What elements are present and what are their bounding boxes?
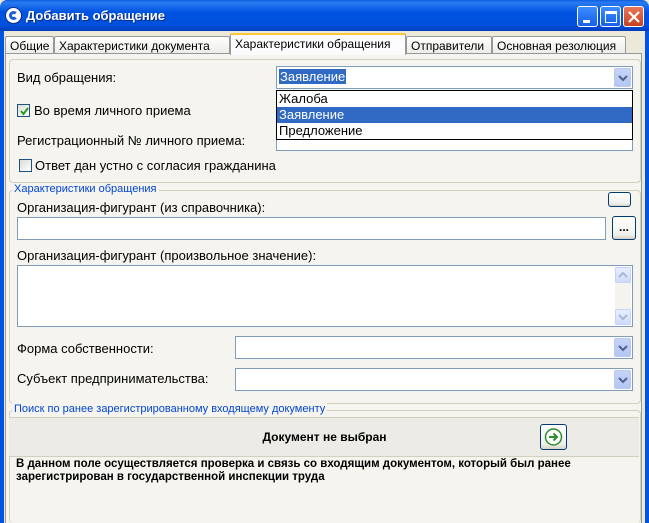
dropdown-option-proposal[interactable]: Предложение	[277, 123, 632, 139]
reg-number-label: Регистрационный № личного приема:	[17, 133, 246, 148]
ownership-label: Форма собственности:	[17, 341, 154, 356]
close-button[interactable]	[623, 6, 644, 27]
characteristics-legend: Характеристики обращения	[12, 183, 159, 195]
maximize-icon	[605, 11, 617, 23]
dropdown-option-complaint[interactable]: Жалоба	[277, 91, 632, 107]
close-icon	[628, 11, 640, 23]
personal-reception-checkbox[interactable]	[17, 104, 30, 117]
arrow-right-icon	[544, 428, 563, 446]
dropdown-option-statement[interactable]: Заявление	[277, 107, 632, 123]
search-description: В данном поле осуществляется проверка и …	[16, 458, 571, 483]
personal-reception-label: Во время личного приема	[34, 103, 191, 118]
window-frame-left	[0, 31, 4, 523]
org-ref-input[interactable]	[17, 217, 606, 240]
checkmark-icon	[20, 107, 29, 116]
org-ref-browse-button[interactable]: ...	[612, 216, 636, 240]
window-frame-right	[645, 31, 649, 523]
appeal-type-dropdown-button[interactable]	[614, 68, 631, 87]
window-title: Добавить обращение	[26, 8, 165, 23]
business-entity-dropdown-button[interactable]	[614, 370, 631, 389]
go-button[interactable]	[540, 424, 567, 450]
chevron-down-icon	[618, 344, 628, 351]
maximize-button[interactable]	[600, 6, 621, 27]
oral-answer-label: Ответ дан устно с согласия гражданина	[35, 158, 276, 173]
app-icon	[5, 7, 22, 24]
tab-main-resolution[interactable]: Основная резолюция	[492, 36, 626, 54]
tab-document-characteristics[interactable]: Характеристики документа	[54, 36, 230, 54]
org-free-textarea[interactable]	[17, 265, 633, 327]
small-action-button[interactable]	[608, 192, 631, 207]
chevron-down-icon	[618, 74, 628, 81]
tab-general[interactable]: Общие	[5, 36, 54, 54]
business-entity-label: Субъект предпринимательства:	[17, 371, 209, 386]
chevron-down-icon	[618, 314, 628, 321]
minimize-button[interactable]	[577, 6, 598, 27]
title-bar[interactable]: Добавить обращение	[0, 0, 649, 31]
scroll-down-button[interactable]	[615, 309, 631, 325]
org-free-label: Организация-фигурант (произвольное значе…	[17, 248, 317, 263]
tab-senders[interactable]: Отправители	[406, 36, 492, 54]
ownership-select[interactable]	[235, 336, 633, 359]
tab-appeal-characteristics[interactable]: Характеристики обращения	[230, 33, 406, 55]
minimize-icon	[583, 20, 590, 23]
appeal-type-label: Вид обращения:	[17, 70, 117, 85]
chevron-up-icon	[618, 271, 628, 278]
search-legend: Поиск по ранее зарегистрированному входя…	[12, 403, 328, 415]
org-ref-label: Организация-фигурант (из справочника):	[17, 200, 266, 215]
appeal-type-dropdown-list: Жалоба Заявление Предложение	[276, 90, 633, 140]
appeal-type-value: Заявление	[279, 69, 347, 84]
chevron-down-icon	[618, 376, 628, 383]
scroll-up-button[interactable]	[615, 267, 631, 283]
ownership-dropdown-button[interactable]	[614, 338, 631, 357]
oral-answer-checkbox[interactable]	[19, 159, 32, 172]
business-entity-select[interactable]	[235, 368, 633, 391]
appeal-type-select[interactable]: Заявление	[276, 66, 633, 89]
org-free-scrollbar[interactable]	[615, 267, 631, 325]
